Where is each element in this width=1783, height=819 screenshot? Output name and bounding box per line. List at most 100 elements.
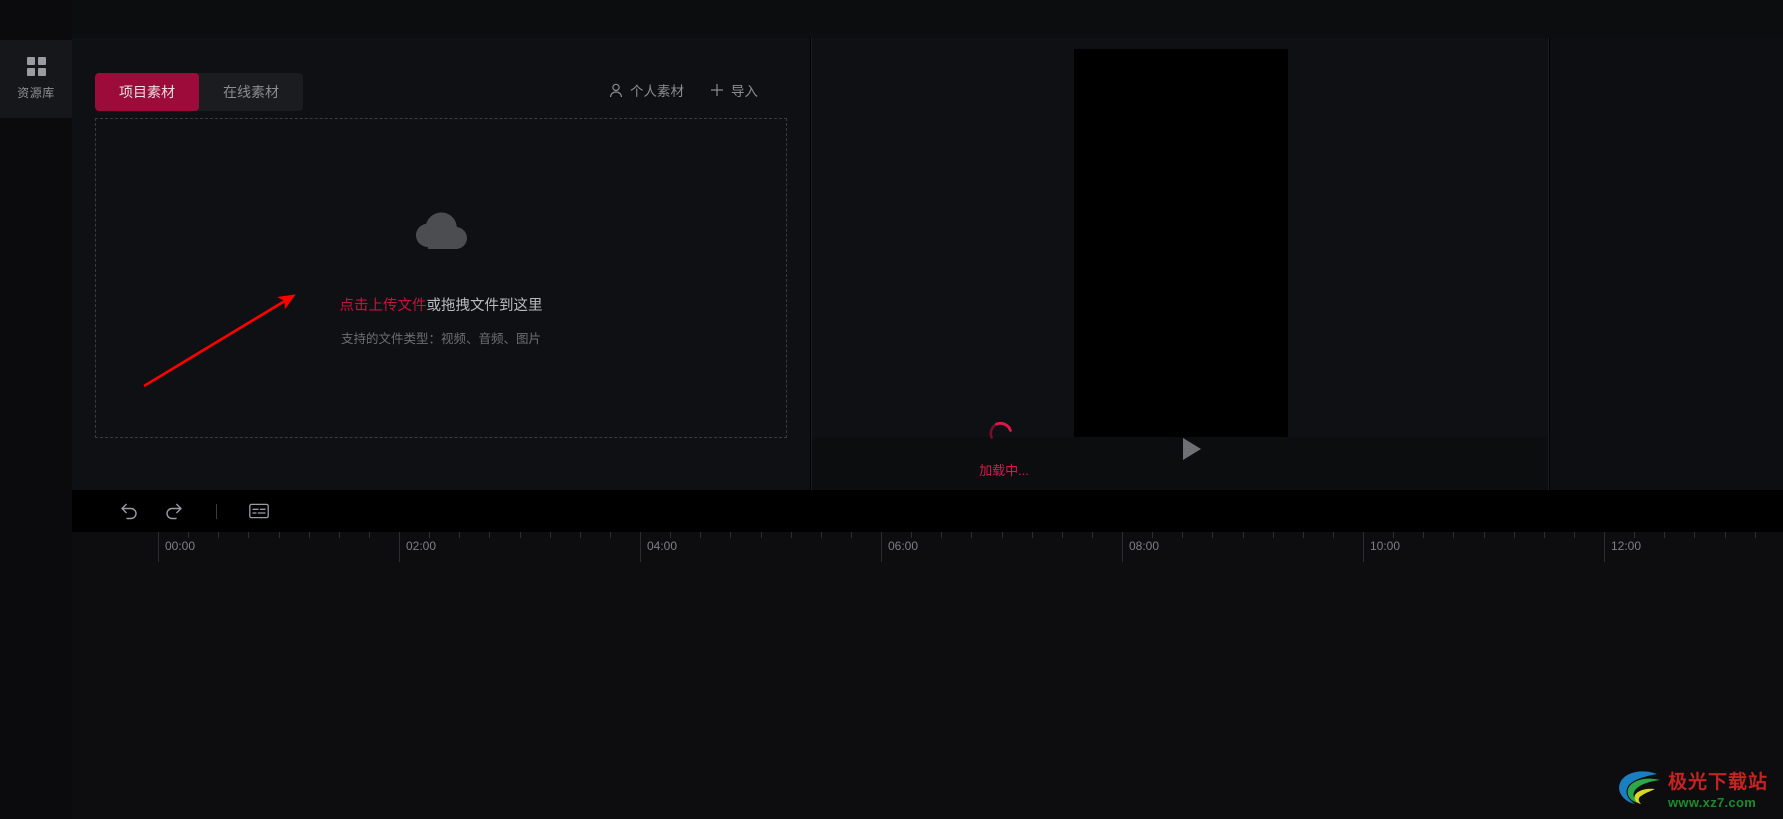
tab-online-media[interactable]: 在线素材 xyxy=(199,73,303,111)
right-properties-panel xyxy=(1550,38,1783,490)
timeline: 00:00 02:00 04:00 06:00 08:00 10:00 12:00 xyxy=(72,490,1783,819)
personal-media-button[interactable]: 个人素材 xyxy=(609,80,684,100)
dropzone-main-text: 点击上传文件或拖拽文件到这里 xyxy=(340,294,543,315)
ruler-major-tick xyxy=(1363,532,1364,562)
ruler-minor-tick xyxy=(1484,532,1485,538)
play-button[interactable] xyxy=(1180,436,1204,462)
ruler-tick-label: 12:00 xyxy=(1611,539,1642,553)
dropzone-upload-link[interactable]: 点击上传文件 xyxy=(340,298,427,314)
ruler-minor-tick xyxy=(1062,532,1063,538)
plus-icon xyxy=(710,83,724,97)
ruler-minor-tick xyxy=(821,532,822,538)
spinner-icon xyxy=(988,420,1014,446)
cloud-upload-icon xyxy=(414,209,468,256)
ruler-major-tick xyxy=(640,532,641,562)
ruler-tick-label: 06:00 xyxy=(888,539,919,553)
ruler-minor-tick xyxy=(218,532,219,538)
ruler-minor-tick xyxy=(1152,532,1153,538)
ruler-minor-tick xyxy=(1725,532,1726,538)
video-stage[interactable] xyxy=(1074,49,1288,437)
tab-project-media[interactable]: 项目素材 xyxy=(95,73,199,111)
ruler-major-tick xyxy=(1122,532,1123,562)
ruler-minor-tick xyxy=(1212,532,1213,538)
ruler-minor-tick xyxy=(1182,532,1183,538)
ruler-minor-tick xyxy=(550,532,551,538)
ruler-tick-label: 08:00 xyxy=(1129,539,1160,553)
ruler-minor-tick xyxy=(1333,532,1334,538)
ruler-minor-tick xyxy=(971,532,972,538)
top-strip xyxy=(0,0,1783,38)
ruler-minor-tick xyxy=(1423,532,1424,538)
ruler-minor-tick xyxy=(309,532,310,538)
ruler-minor-tick xyxy=(1092,532,1093,538)
watermark-url: www.xz7.com xyxy=(1668,794,1757,810)
upload-dropzone[interactable]: 点击上传文件或拖拽文件到这里 支持的文件类型：视频、音频、图片 xyxy=(95,118,787,438)
app-root: 资源库 项目素材 在线素材 个人素材 导入 点击上传文件或拖拽文件到这里 支持的… xyxy=(0,0,1783,819)
timeline-toolbar xyxy=(72,490,1783,532)
ruler-minor-tick xyxy=(459,532,460,538)
preview-panel: 加载中... xyxy=(811,38,1549,490)
ruler-tick-label: 00:00 xyxy=(165,539,196,553)
ruler-minor-tick xyxy=(188,532,189,538)
redo-button[interactable] xyxy=(151,490,197,532)
ruler-minor-tick xyxy=(1032,532,1033,538)
ruler-minor-tick xyxy=(1273,532,1274,538)
ruler-minor-tick xyxy=(700,532,701,538)
ruler-major-tick xyxy=(399,532,400,562)
dropzone-main-rest: 或拖拽文件到这里 xyxy=(426,298,543,314)
ruler-minor-tick xyxy=(248,532,249,538)
media-panel-actions: 个人素材 导入 xyxy=(609,80,758,100)
watermark-title: 极光下载站 xyxy=(1668,771,1769,793)
ruler-minor-tick xyxy=(1694,532,1695,538)
ruler-minor-tick xyxy=(1453,532,1454,538)
ruler-minor-tick xyxy=(851,532,852,538)
ruler-minor-tick xyxy=(1544,532,1545,538)
ruler-minor-tick xyxy=(369,532,370,538)
ruler-minor-tick xyxy=(429,532,430,538)
ruler-tick-label: 02:00 xyxy=(406,539,437,553)
timeline-ruler[interactable]: 00:00 02:00 04:00 06:00 08:00 10:00 12:00 xyxy=(72,532,1783,562)
watermark-text: 极光下载站 www.xz7.com xyxy=(1668,773,1768,809)
left-rail: 资源库 xyxy=(0,0,72,819)
media-tabs: 项目素材 在线素材 xyxy=(95,73,303,111)
toolbar-divider xyxy=(216,503,217,519)
import-button[interactable]: 导入 xyxy=(710,80,758,100)
loading-text: 加载中... xyxy=(979,463,1029,478)
ruler-minor-tick xyxy=(489,532,490,538)
user-icon xyxy=(609,83,623,98)
ruler-minor-tick xyxy=(791,532,792,538)
grid-icon xyxy=(26,57,46,76)
timeline-tracks[interactable] xyxy=(72,562,1783,819)
swoosh-logo-icon xyxy=(1616,768,1662,813)
sidebar-item-resource-library[interactable]: 资源库 xyxy=(0,40,72,118)
ruler-tick-label: 04:00 xyxy=(647,539,678,553)
ruler-minor-tick xyxy=(339,532,340,538)
ruler-minor-tick xyxy=(1002,532,1003,538)
ruler-minor-tick xyxy=(1755,532,1756,538)
ruler-minor-tick xyxy=(1393,532,1394,538)
ruler-minor-tick xyxy=(520,532,521,538)
ruler-major-tick xyxy=(881,532,882,562)
import-label: 导入 xyxy=(731,84,758,99)
dropzone-sub-text: 支持的文件类型：视频、音频、图片 xyxy=(340,332,541,346)
ruler-minor-tick xyxy=(1634,532,1635,538)
ruler-minor-tick xyxy=(580,532,581,538)
ruler-minor-tick xyxy=(610,532,611,538)
ruler-minor-tick xyxy=(279,532,280,538)
ruler-minor-tick xyxy=(941,532,942,538)
undo-button[interactable] xyxy=(105,490,151,532)
ruler-minor-tick xyxy=(1514,532,1515,538)
personal-media-label: 个人素材 xyxy=(630,84,684,99)
ruler-minor-tick xyxy=(911,532,912,538)
watermark: 极光下载站 www.xz7.com xyxy=(1616,768,1768,813)
ruler-minor-tick xyxy=(1243,532,1244,538)
sidebar-item-label: 资源库 xyxy=(17,86,55,100)
ruler-minor-tick xyxy=(670,532,671,538)
ruler-major-tick xyxy=(1604,532,1605,562)
ruler-minor-tick xyxy=(1574,532,1575,538)
captions-button[interactable] xyxy=(236,490,282,532)
ruler-tick-label: 10:00 xyxy=(1370,539,1401,553)
ruler-major-tick xyxy=(158,532,159,562)
ruler-minor-tick xyxy=(1303,532,1304,538)
ruler-minor-tick xyxy=(1664,532,1665,538)
